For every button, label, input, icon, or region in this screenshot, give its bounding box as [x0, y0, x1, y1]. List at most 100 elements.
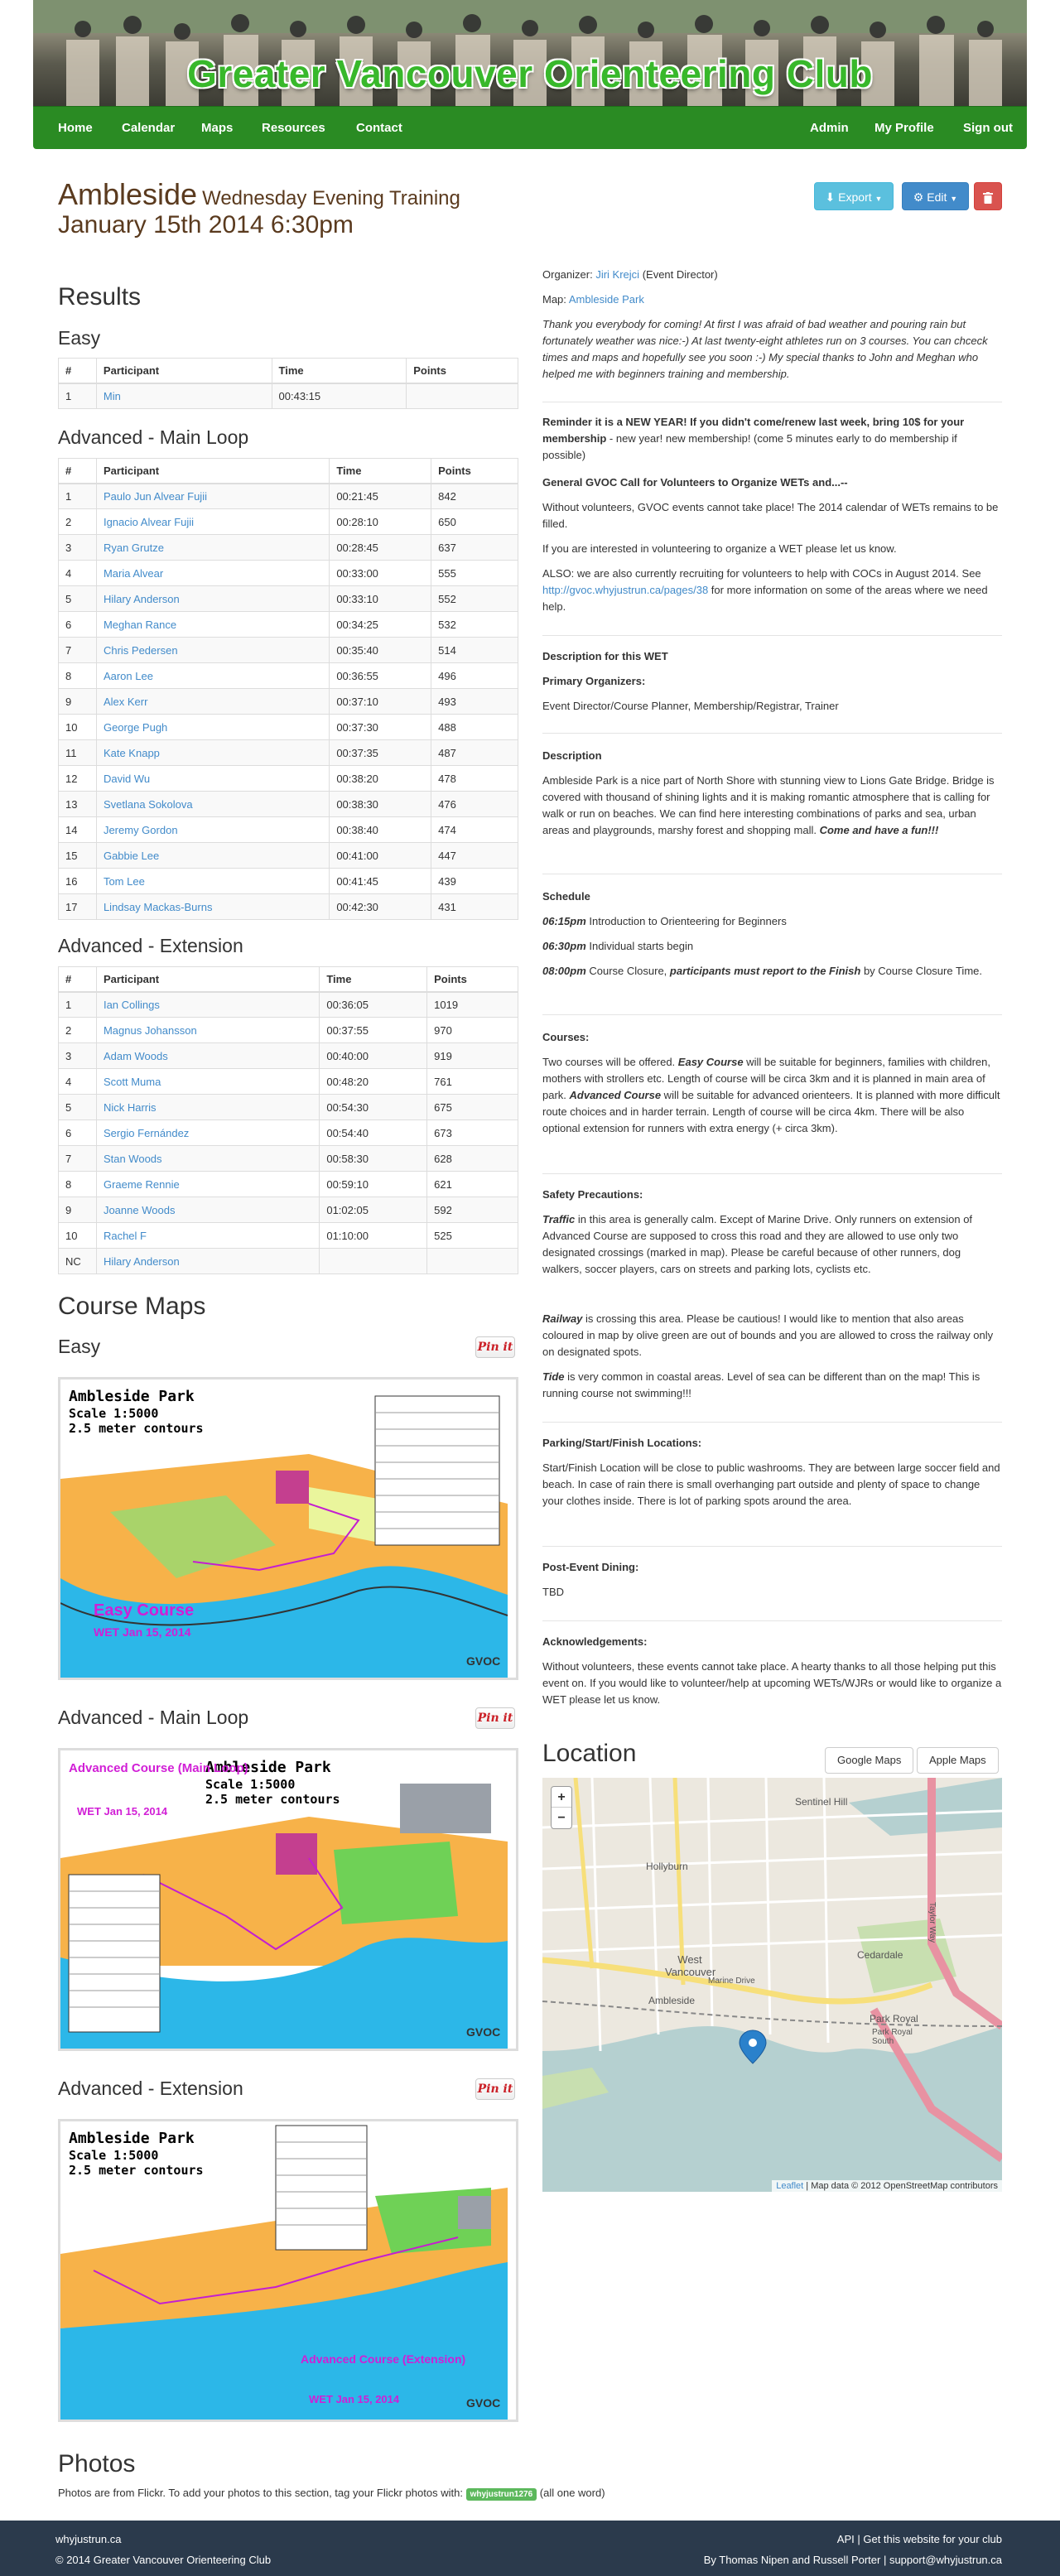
easy-results-title: Easy: [58, 327, 101, 349]
cell-points: 474: [431, 816, 518, 843]
participant-link[interactable]: Min: [104, 390, 121, 402]
main-loop-course-map[interactable]: Ambleside Park Scale 1:5000 2.5 meter co…: [58, 1748, 518, 2051]
cell-participant: Adam Woods: [95, 1042, 320, 1069]
get-website-link[interactable]: Get this website for your club: [863, 2533, 1002, 2545]
col-participant: Participant: [95, 358, 272, 384]
extension-course-map[interactable]: Ambleside Park Scale 1:5000 2.5 meter co…: [58, 2119, 518, 2422]
main-loop-results-table: # Participant Time Points 1 Paulo Jun Alv…: [58, 458, 518, 920]
volunteer-page-link[interactable]: http://gvoc.whyjustrun.ca/pages/38: [542, 584, 708, 596]
nav-calendar[interactable]: Calendar: [122, 107, 175, 150]
participant-link[interactable]: Maria Alvear: [104, 567, 163, 580]
nav-sign-out[interactable]: Sign out: [963, 107, 1013, 150]
cell-time: 01:02:05: [319, 1197, 427, 1223]
nav-admin[interactable]: Admin: [810, 107, 849, 150]
pin-it-button[interactable]: Pin it: [475, 1336, 515, 1358]
participant-link[interactable]: Graeme Rennie: [104, 1178, 180, 1191]
cell-time: 00:48:20: [319, 1068, 427, 1095]
participant-link[interactable]: Jeremy Gordon: [104, 824, 178, 836]
export-button[interactable]: ⬇ Export ▼: [814, 182, 894, 210]
easy-course-map[interactable]: Ambleside Park Scale 1:5000 2.5 meter co…: [58, 1377, 518, 1680]
apple-maps-button[interactable]: Apple Maps: [917, 1747, 999, 1774]
cell-rank: 9: [58, 688, 97, 715]
cell-rank: 4: [58, 560, 97, 586]
nav-home[interactable]: Home: [58, 107, 93, 150]
leaflet-link[interactable]: Leaflet: [776, 2181, 803, 2191]
footer-site-link[interactable]: whyjustrun.ca: [55, 2533, 121, 2545]
nav-my-profile[interactable]: My Profile: [874, 107, 934, 150]
cell-points: [406, 383, 518, 409]
participant-link[interactable]: Svetlana Sokolova: [104, 798, 193, 811]
nav-contact[interactable]: Contact: [356, 107, 402, 150]
participant-link[interactable]: Magnus Johansson: [104, 1024, 197, 1037]
participant-link[interactable]: Aaron Lee: [104, 670, 153, 682]
pin-it-button[interactable]: Pin it: [475, 1707, 515, 1729]
courses-text: Two courses will be offered. Easy Course…: [542, 1056, 1000, 1134]
cell-time: 00:21:45: [329, 483, 431, 509]
cell-participant: Nick Harris: [95, 1094, 320, 1120]
table-row: 9 Alex Kerr 00:37:10 493: [58, 688, 518, 715]
cell-participant: Scott Muma: [95, 1068, 320, 1095]
site-title[interactable]: Greater Vancouver Orienteering Club: [33, 51, 1027, 96]
participant-link[interactable]: Sergio Fernández: [104, 1127, 189, 1139]
footer-right-bottom: By Thomas Nipen and Russell Porter | sup…: [703, 2554, 1002, 2566]
cell-rank: 1: [58, 483, 97, 509]
participant-link[interactable]: Joanne Woods: [104, 1204, 176, 1216]
cell-points: 496: [431, 662, 518, 689]
location-map[interactable]: Sentinel Hill Hollyburn West Vancouver C…: [542, 1778, 1002, 2192]
participant-link[interactable]: Stan Woods: [104, 1153, 162, 1165]
footer-copyright: © 2014 Greater Vancouver Orienteering Cl…: [55, 2554, 272, 2566]
participant-link[interactable]: Gabbie Lee: [104, 850, 159, 862]
support-email-link[interactable]: support@whyjustrun.ca: [889, 2554, 1002, 2566]
map-label: Cedardale: [857, 1949, 903, 1961]
participant-link[interactable]: Ignacio Alvear Fujii: [104, 516, 194, 528]
table-row: 6 Sergio Fernández 00:54:40 673: [58, 1119, 518, 1146]
participant-link[interactable]: David Wu: [104, 773, 150, 785]
delete-button[interactable]: [974, 182, 1002, 210]
participant-link[interactable]: Chris Pedersen: [104, 644, 178, 657]
participant-link[interactable]: Alex Kerr: [104, 696, 147, 708]
participant-link[interactable]: Scott Muma: [104, 1076, 161, 1088]
edit-button[interactable]: ⚙ Edit ▼: [902, 182, 969, 210]
table-header-row: # Participant Time Points: [58, 358, 518, 384]
zoom-out-button[interactable]: −: [552, 1808, 571, 1828]
cell-participant: Hilary Anderson: [95, 585, 330, 612]
api-link[interactable]: API: [837, 2533, 855, 2545]
organizer-line: Organizer: Jiri Krejci (Event Director): [542, 268, 718, 281]
header-banner: Greater Vancouver Orienteering Club: [33, 0, 1027, 106]
organizer-link[interactable]: Jiri Krejci: [595, 268, 639, 281]
participant-link[interactable]: Nick Harris: [104, 1101, 157, 1114]
cell-points: 1019: [426, 991, 518, 1018]
table-row: 5 Hilary Anderson 00:33:10 552: [58, 585, 518, 612]
participant-link[interactable]: Paulo Jun Alvear Fujii: [104, 490, 207, 503]
participant-link[interactable]: Ian Collings: [104, 999, 160, 1011]
table-row: 5 Nick Harris 00:54:30 675: [58, 1094, 518, 1120]
safety-tide: Tide is very common in coastal areas. Le…: [542, 1370, 980, 1399]
map-link[interactable]: Ambleside Park: [569, 293, 644, 306]
photos-instructions: Photos are from Flickr. To add your phot…: [58, 2487, 605, 2501]
divider: [542, 1422, 1002, 1423]
participant-link[interactable]: Hilary Anderson: [104, 593, 180, 605]
participant-link[interactable]: Lindsay Mackas-Burns: [104, 901, 213, 913]
course-maps-heading: Course Maps: [58, 1293, 206, 1320]
photos-heading: Photos: [58, 2450, 136, 2477]
nav-maps[interactable]: Maps: [201, 107, 233, 150]
col-rank: #: [58, 458, 97, 484]
participant-link[interactable]: Meghan Rance: [104, 619, 176, 631]
cell-time: 00:34:25: [329, 611, 431, 638]
pin-it-button[interactable]: Pin it: [475, 2078, 515, 2100]
map-title: Ambleside Park: [69, 2130, 195, 2147]
participant-link[interactable]: Rachel F: [104, 1230, 147, 1242]
cell-points: 970: [426, 1017, 518, 1043]
col-time: Time: [329, 458, 431, 484]
participant-link[interactable]: Adam Woods: [104, 1050, 168, 1062]
nav-resources[interactable]: Resources: [262, 107, 325, 150]
zoom-in-button[interactable]: +: [552, 1787, 571, 1808]
participant-link[interactable]: Tom Lee: [104, 875, 145, 888]
participant-link[interactable]: Hilary Anderson: [104, 1255, 180, 1268]
google-maps-button[interactable]: Google Maps: [825, 1747, 914, 1774]
participant-link[interactable]: Ryan Grutze: [104, 542, 164, 554]
cell-points: 487: [431, 739, 518, 766]
participant-link[interactable]: George Pugh: [104, 721, 167, 734]
map-contours: 2.5 meter contours: [205, 1792, 340, 1807]
participant-link[interactable]: Kate Knapp: [104, 747, 160, 759]
